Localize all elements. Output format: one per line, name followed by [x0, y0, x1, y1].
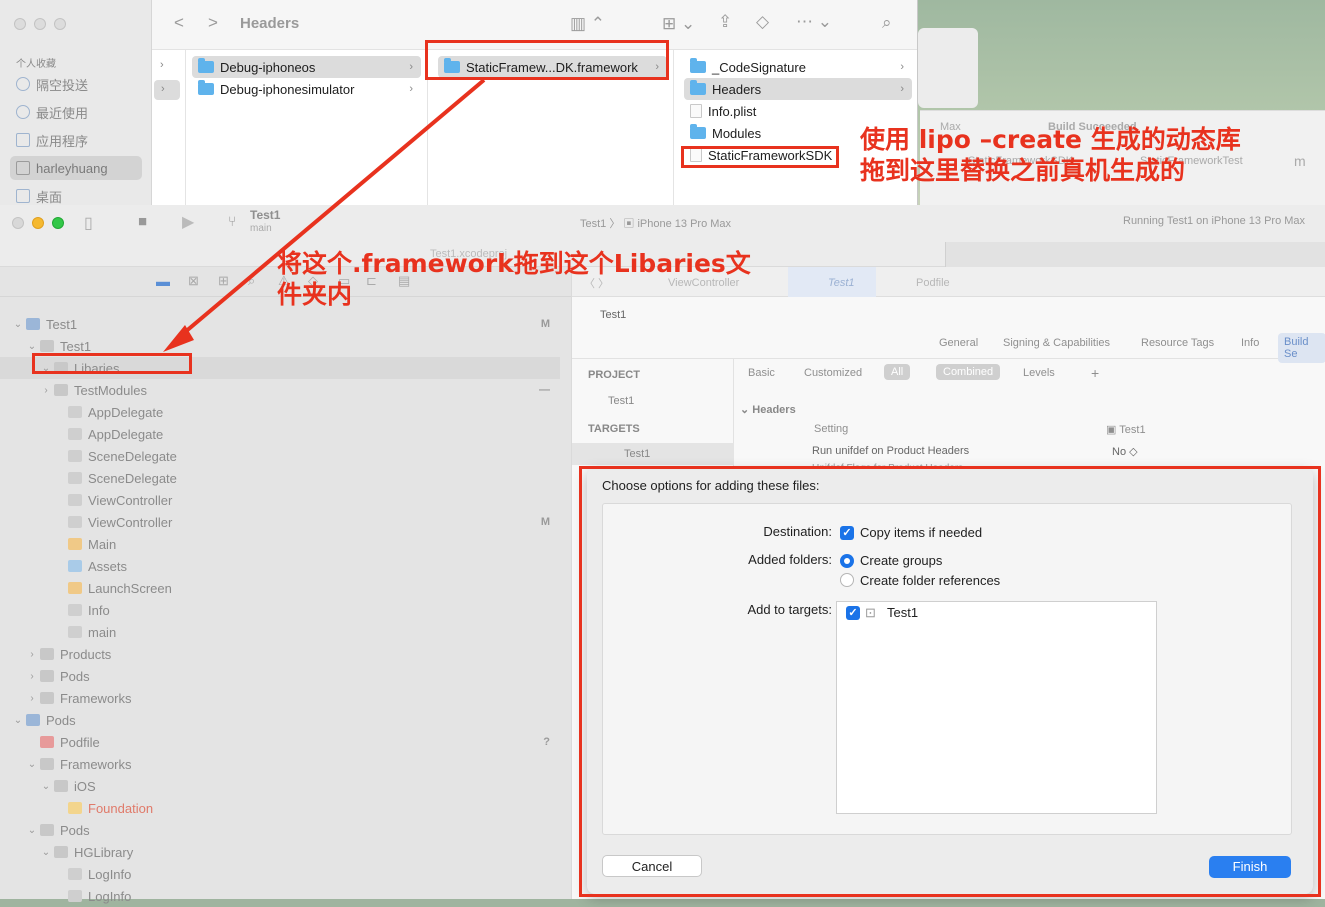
annotation-text-left: 将这个.framework拖到这个Libaries文 件夹内	[277, 249, 751, 309]
annotation-text-right: 使用 lipo –create 生成的动态库 拖到这里替换之前真机生成的	[860, 125, 1241, 185]
